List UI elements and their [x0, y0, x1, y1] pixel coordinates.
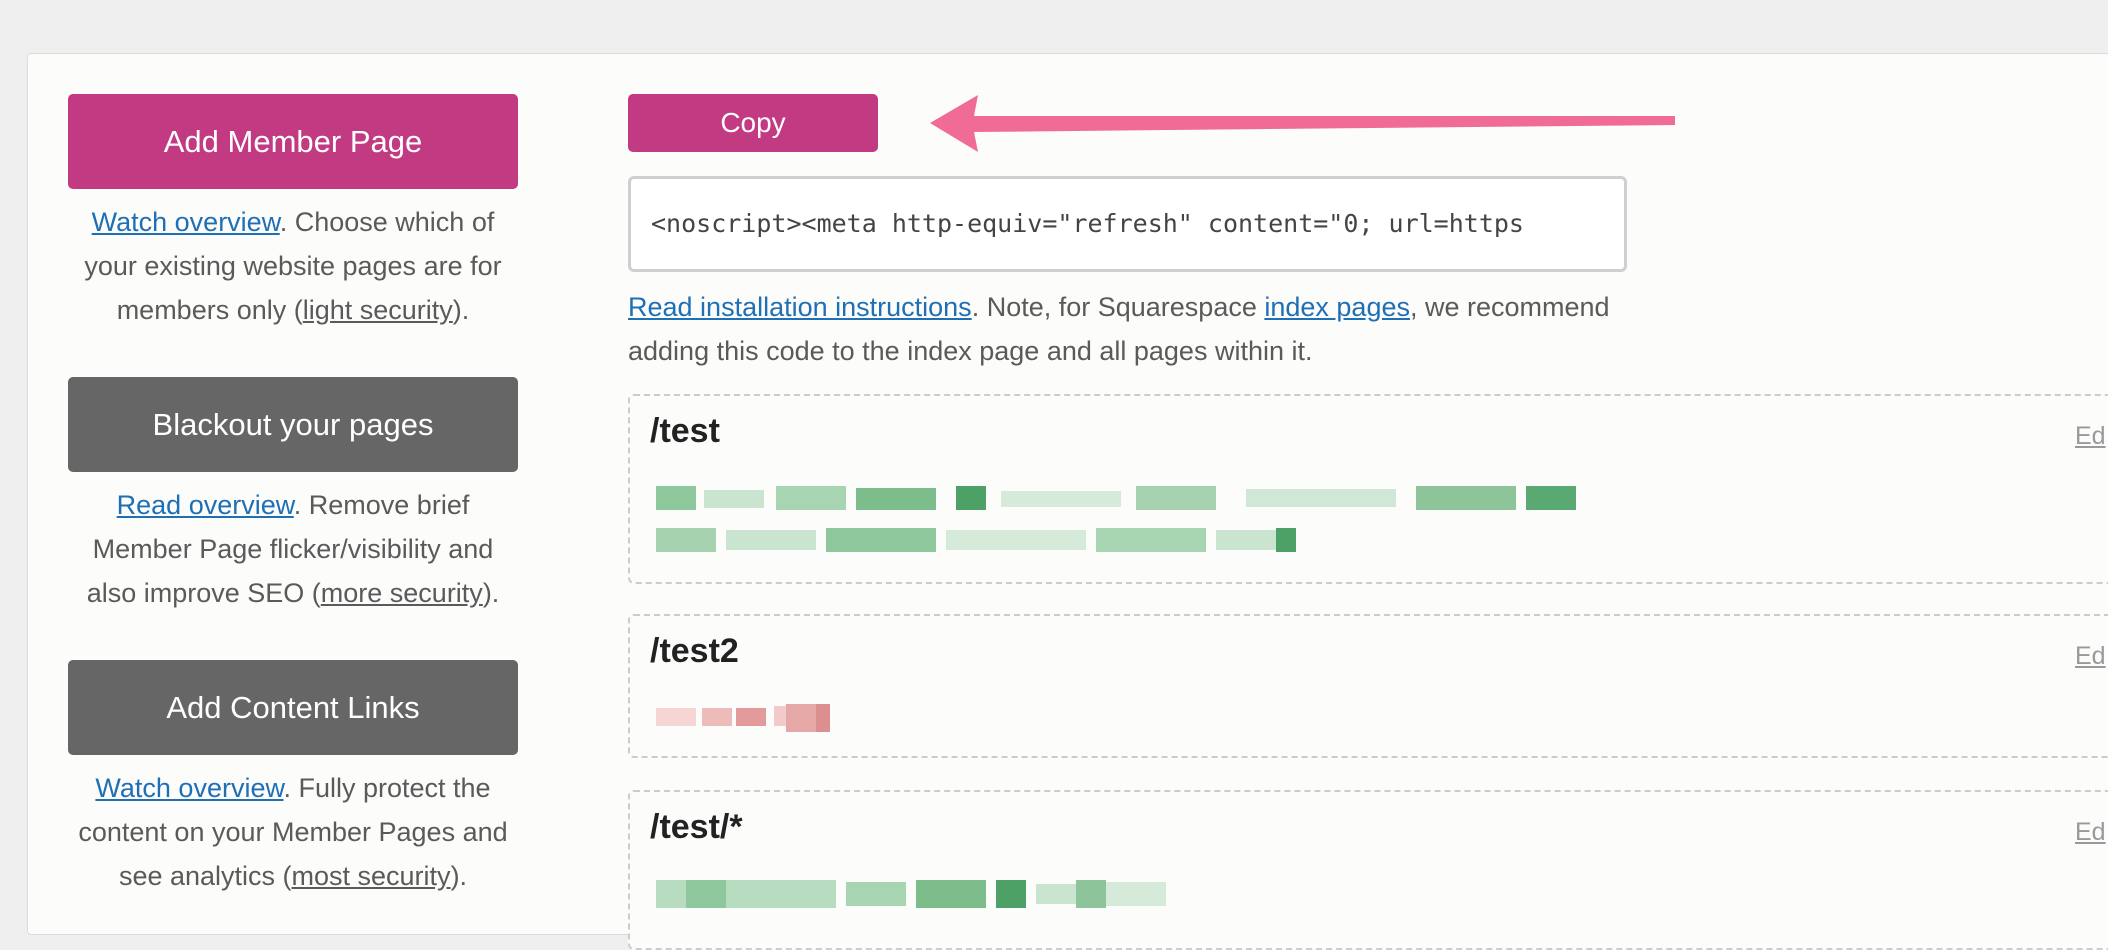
installation-note: Read installation instructions. Note, fo…	[628, 285, 1638, 373]
read-overview-link[interactable]: Read overview	[117, 490, 294, 520]
copy-button[interactable]: Copy	[628, 94, 878, 152]
page-path: /test/*	[650, 808, 743, 846]
edit-link[interactable]: Ed	[2075, 642, 2106, 671]
description-end: ).	[450, 861, 468, 891]
add-member-page-description: Watch overview. Choose which of your exi…	[68, 200, 518, 332]
edit-link[interactable]: Ed	[2075, 422, 2106, 451]
add-member-page-button[interactable]: Add Member Page	[68, 94, 518, 189]
sidebar: Add Member Page Watch overview. Choose w…	[68, 94, 518, 943]
embed-code-field[interactable]: <noscript><meta http-equiv="refresh" con…	[628, 176, 1627, 272]
blackout-description: Read overview. Remove brief Member Page …	[68, 483, 518, 615]
member-page-card: /test/* Ed	[628, 790, 2108, 950]
most-security-link[interactable]: most security	[292, 861, 451, 891]
description-end: ).	[452, 295, 470, 325]
add-content-links-button[interactable]: Add Content Links	[68, 660, 518, 755]
blurred-content	[656, 486, 1576, 556]
light-security-link[interactable]: light security	[303, 295, 453, 325]
content-links-description: Watch overview. Fully protect the conten…	[68, 766, 518, 898]
index-pages-link[interactable]: index pages	[1264, 292, 1410, 322]
watch-overview-link[interactable]: Watch overview	[95, 773, 283, 803]
member-page-card: /test Ed	[628, 394, 2108, 584]
blackout-pages-button[interactable]: Blackout your pages	[68, 377, 518, 472]
member-page-card: /test2 Ed	[628, 614, 2108, 758]
edit-link[interactable]: Ed	[2075, 818, 2106, 847]
more-security-link[interactable]: more security	[321, 578, 483, 608]
installation-instructions-link[interactable]: Read installation instructions	[628, 292, 972, 322]
arrow-annotation-icon	[930, 95, 1675, 152]
page-path: /test	[650, 412, 720, 450]
blurred-content	[656, 880, 1176, 910]
watch-overview-link[interactable]: Watch overview	[92, 207, 280, 237]
page-path: /test2	[650, 632, 739, 670]
description-end: ).	[482, 578, 500, 608]
note-text: . Note, for Squarespace	[971, 292, 1265, 322]
blurred-content	[656, 704, 856, 734]
